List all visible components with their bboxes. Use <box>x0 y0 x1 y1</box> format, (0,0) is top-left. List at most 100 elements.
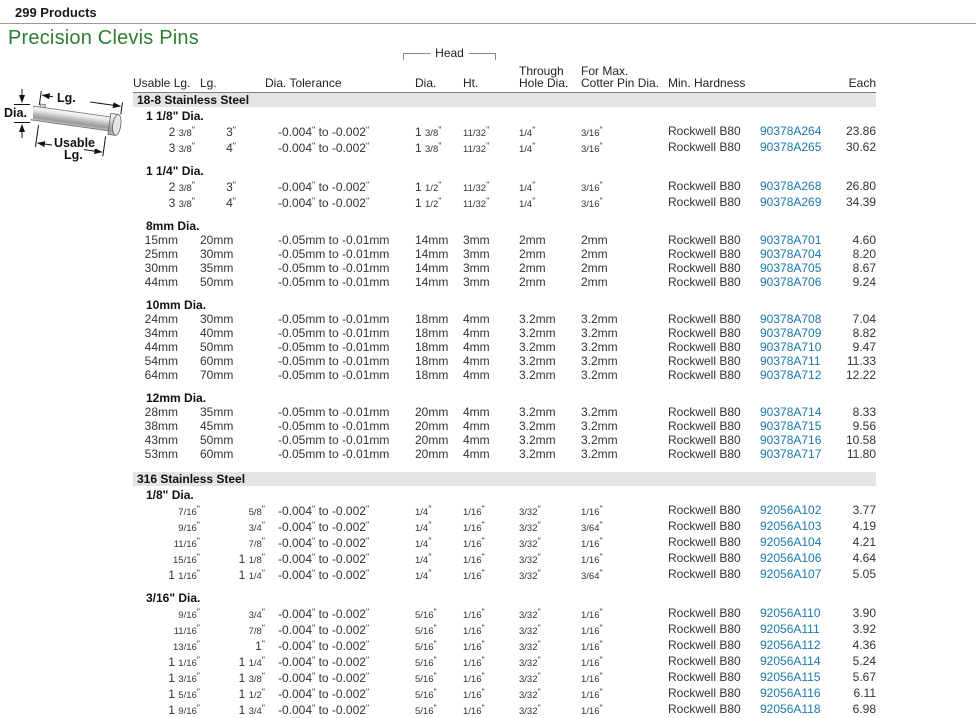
part-number-link[interactable]: 92056A104 <box>760 535 821 549</box>
cell-price-each: 8.82 <box>834 327 876 341</box>
cell-head-ht: 4mm <box>463 406 519 420</box>
part-number-link[interactable]: 90378A712 <box>760 368 821 382</box>
part-number-link[interactable]: 92056A114 <box>760 654 821 668</box>
cell-dia-tolerance: -0.05mm to -0.01mm <box>265 341 415 355</box>
part-number-link[interactable]: 90378A716 <box>760 433 821 447</box>
cell-price-each: 34.39 <box>834 195 876 211</box>
cell-through-hole-dia: 1/4" <box>519 140 581 156</box>
cell-through-hole-dia: 3.2mm <box>519 355 581 369</box>
cell-min-hardness: Rockwell B80 <box>668 369 760 383</box>
part-number-link[interactable]: 90378A264 <box>760 124 821 138</box>
part-number-link[interactable]: 92056A106 <box>760 551 821 565</box>
cell-cotter-pin-dia: 3/16" <box>581 179 668 195</box>
part-number-link[interactable]: 90378A717 <box>760 447 821 461</box>
part-number-link[interactable]: 92056A118 <box>760 702 821 716</box>
part-number-link[interactable]: 90378A710 <box>760 340 821 354</box>
cell-dia-tolerance: -0.004" to -0.002" <box>265 195 415 211</box>
part-number-link[interactable]: 90378A708 <box>760 312 821 326</box>
cell-dia-tolerance: -0.05mm to -0.01mm <box>265 369 415 383</box>
cell-part-number: 92056A103 <box>760 519 834 535</box>
cell-head-ht: 4mm <box>463 327 519 341</box>
products-table-wrap: Head Usable Lg. Lg. Dia. Tolerance Dia. … <box>133 42 880 718</box>
part-number-link[interactable]: 92056A116 <box>760 686 821 700</box>
cell-lg: 7/8" <box>200 622 265 638</box>
group-label-row: 1 1/8" Dia. <box>133 107 876 124</box>
part-number-link[interactable]: 90378A265 <box>760 140 821 154</box>
part-number-link[interactable]: 90378A701 <box>760 233 821 247</box>
cell-price-each: 8.20 <box>834 248 876 262</box>
cell-head-dia: 18mm <box>415 341 463 355</box>
part-number-link[interactable]: 92056A112 <box>760 638 821 652</box>
cell-through-hole-dia: 3.2mm <box>519 420 581 434</box>
cell-usable-lg: 11/16" <box>133 622 200 638</box>
group-label-row: 1/8" Dia. <box>133 486 876 503</box>
part-number-link[interactable]: 90378A268 <box>760 179 821 193</box>
cell-head-dia: 1/4" <box>415 567 463 583</box>
cell-dia-tolerance: -0.05mm to -0.01mm <box>265 448 415 462</box>
group-label-row: 10mm Dia. <box>133 290 876 313</box>
cell-head-ht: 1/16" <box>463 519 519 535</box>
cell-head-dia: 20mm <box>415 420 463 434</box>
part-number-link[interactable]: 90378A704 <box>760 247 821 261</box>
table-row: 44mm50mm-0.05mm to -0.01mm18mm4mm3.2mm3.… <box>133 341 876 355</box>
cell-part-number: 90378A710 <box>760 341 834 355</box>
cell-price-each: 8.67 <box>834 262 876 276</box>
cell-head-ht: 4mm <box>463 313 519 327</box>
cell-usable-lg: 2 3/8" <box>133 124 200 140</box>
cell-usable-lg: 7/16" <box>133 503 200 519</box>
cell-through-hole-dia: 2mm <box>519 248 581 262</box>
head-bracket: Head <box>403 53 496 60</box>
cell-usable-lg: 54mm <box>133 355 200 369</box>
cell-usable-lg: 24mm <box>133 313 200 327</box>
part-number-link[interactable]: 90378A709 <box>760 326 821 340</box>
cell-usable-lg: 13/16" <box>133 638 200 654</box>
part-number-link[interactable]: 90378A705 <box>760 261 821 275</box>
part-number-link[interactable]: 90378A715 <box>760 419 821 433</box>
cell-usable-lg: 28mm <box>133 406 200 420</box>
part-number-link[interactable]: 92056A110 <box>760 606 821 620</box>
cell-through-hole-dia: 3/32" <box>519 567 581 583</box>
cell-part-number: 90378A705 <box>760 262 834 276</box>
cell-part-number: 92056A110 <box>760 606 834 622</box>
cell-dia-tolerance: -0.004" to -0.002" <box>265 638 415 654</box>
cell-price-each: 4.19 <box>834 519 876 535</box>
cell-lg: 3" <box>200 179 265 195</box>
cell-cotter-pin-dia: 1/16" <box>581 654 668 670</box>
part-number-link[interactable]: 92056A107 <box>760 567 821 581</box>
part-number-link[interactable]: 92056A115 <box>760 670 821 684</box>
part-number-link[interactable]: 92056A102 <box>760 503 821 517</box>
table-row: 11/16"7/8"-0.004" to -0.002"1/4"1/16"3/3… <box>133 535 876 551</box>
part-number-link[interactable]: 92056A111 <box>760 622 820 636</box>
cell-cotter-pin-dia: 3/64" <box>581 519 668 535</box>
cell-price-each: 3.77 <box>834 503 876 519</box>
cell-price-each: 9.47 <box>834 341 876 355</box>
cell-part-number: 90378A706 <box>760 276 834 290</box>
table-row: 54mm60mm-0.05mm to -0.01mm18mm4mm3.2mm3.… <box>133 355 876 369</box>
cell-min-hardness: Rockwell B80 <box>668 341 760 355</box>
cell-cotter-pin-dia: 2mm <box>581 262 668 276</box>
part-number-link[interactable]: 90378A269 <box>760 195 821 209</box>
cell-head-ht: 11/32" <box>463 179 519 195</box>
part-number-link[interactable]: 90378A711 <box>760 354 821 368</box>
cell-part-number: 92056A112 <box>760 638 834 654</box>
cell-part-number: 90378A709 <box>760 327 834 341</box>
table-row: 25mm30mm-0.05mm to -0.01mm14mm3mm2mm2mmR… <box>133 248 876 262</box>
table-row: 1 1/16"1 1/4"-0.004" to -0.002"5/16"1/16… <box>133 654 876 670</box>
cell-through-hole-dia: 3.2mm <box>519 327 581 341</box>
cell-part-number: 92056A104 <box>760 535 834 551</box>
part-number-link[interactable]: 90378A714 <box>760 405 821 419</box>
group-label: 10mm Dia. <box>133 290 876 313</box>
cell-head-dia: 1/4" <box>415 551 463 567</box>
cell-lg: 35mm <box>200 262 265 276</box>
part-number-link[interactable]: 90378A706 <box>760 275 821 289</box>
cell-part-number: 90378A268 <box>760 179 834 195</box>
cell-part-number: 90378A708 <box>760 313 834 327</box>
group-label: 1 1/4" Dia. <box>133 156 876 179</box>
cell-min-hardness: Rockwell B80 <box>668 140 760 156</box>
cell-through-hole-dia: 2mm <box>519 234 581 248</box>
part-number-link[interactable]: 92056A103 <box>760 519 821 533</box>
cell-dia-tolerance: -0.05mm to -0.01mm <box>265 327 415 341</box>
cell-dia-tolerance: -0.004" to -0.002" <box>265 503 415 519</box>
cell-price-each: 26.80 <box>834 179 876 195</box>
cell-lg: 4" <box>200 195 265 211</box>
